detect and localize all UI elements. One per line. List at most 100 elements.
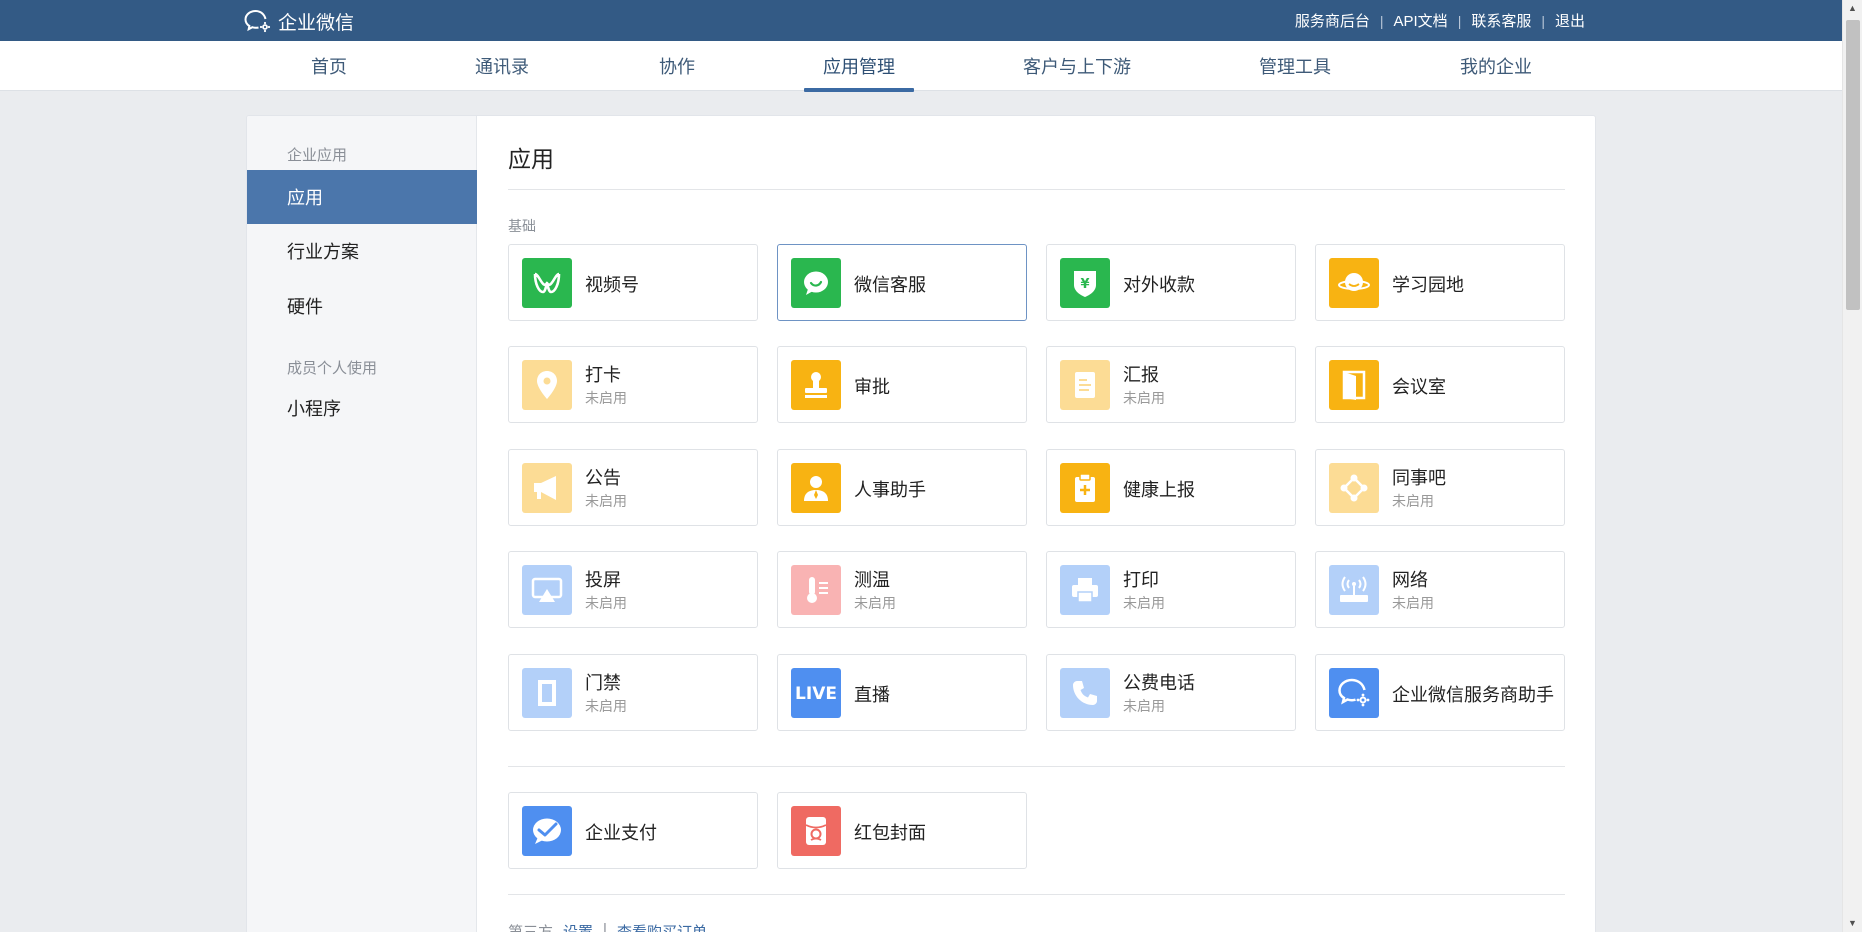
screencast-icon <box>522 565 572 615</box>
main-nav: 首页 通讯录 协作 应用管理 客户与上下游 管理工具 我的企业 <box>0 41 1842 92</box>
router-icon <box>1329 565 1379 615</box>
tab-management-tools[interactable]: 管理工具 <box>1257 41 1333 91</box>
scroll-thumb[interactable] <box>1846 20 1860 310</box>
app-name: 视频号 <box>585 275 639 295</box>
app-card-learning[interactable]: 学习园地 <box>1315 244 1565 321</box>
scroll-up-arrow-icon[interactable]: ▲ <box>1843 0 1862 17</box>
stamp-icon <box>791 360 841 410</box>
view-orders-link[interactable]: 查看购买订单 <box>617 921 707 932</box>
page-title: 应用 <box>508 146 554 172</box>
svg-text:LIVE: LIVE <box>795 684 837 703</box>
logout-link[interactable]: 退出 <box>1545 10 1595 31</box>
app-name: 直播 <box>854 685 890 705</box>
service-backend-link[interactable]: 服务商后台 <box>1285 10 1380 31</box>
third-party-label: 第三方 <box>508 921 553 932</box>
sidebar-item-miniprogram[interactable]: 小程序 <box>247 381 477 435</box>
door-icon <box>1329 360 1379 410</box>
brand-name: 企业微信 <box>278 12 355 34</box>
section-divider <box>508 894 1565 895</box>
app-card-public-phone[interactable]: 公费电话 未启用 <box>1046 654 1296 731</box>
third-party-row: 第三方 设置 | 查看购买订单 <box>508 921 707 932</box>
app-name: 同事吧 <box>1392 468 1446 488</box>
app-card-enterprise-pay[interactable]: 企业支付 <box>508 792 758 869</box>
app-status: 未启用 <box>585 595 627 611</box>
report-document-icon <box>1060 360 1110 410</box>
main-panel: 企业应用 应用 行业方案 硬件 成员个人使用 小程序 应用 基础 视频号 微信客… <box>246 115 1596 932</box>
sidebar-item-hardware[interactable]: 硬件 <box>247 279 477 333</box>
page-scrollbar[interactable]: ▲ ▼ <box>1842 0 1862 932</box>
location-pin-icon <box>522 360 572 410</box>
network-nodes-icon <box>1329 463 1379 513</box>
header-links: 服务商后台 | API文档 | 联系客服 | 退出 <box>1285 0 1595 41</box>
app-card-network[interactable]: 网络 未启用 <box>1315 551 1565 628</box>
brand-logo[interactable]: 企业微信 <box>244 8 354 34</box>
app-card-access-control[interactable]: 门禁 未启用 <box>508 654 758 731</box>
svg-text:¥: ¥ <box>1080 277 1089 292</box>
group-label-basic: 基础 <box>508 218 536 234</box>
app-card-report[interactable]: 汇报 未启用 <box>1046 346 1296 423</box>
app-card-wechat-service[interactable]: 微信客服 <box>777 244 1027 321</box>
app-card-approval[interactable]: 审批 <box>777 346 1027 423</box>
app-card-red-envelope[interactable]: 红包封面 <box>777 792 1027 869</box>
live-icon: LIVE <box>791 668 841 718</box>
thermometer-icon <box>791 565 841 615</box>
wecom-logo-icon <box>244 10 271 33</box>
sidebar-item-apps[interactable]: 应用 <box>247 170 477 224</box>
app-card-meeting-room[interactable]: 会议室 <box>1315 346 1565 423</box>
api-docs-link[interactable]: API文档 <box>1384 10 1458 31</box>
tab-app-management[interactable]: 应用管理 <box>804 41 914 92</box>
app-card-temperature[interactable]: 测温 未启用 <box>777 551 1027 628</box>
app-name: 测温 <box>854 570 890 590</box>
wechat-service-icon <box>791 258 841 308</box>
planet-icon <box>1329 258 1379 308</box>
app-name: 审批 <box>854 377 890 397</box>
app-name: 汇报 <box>1123 365 1159 385</box>
contact-support-link[interactable]: 联系客服 <box>1461 10 1541 31</box>
tab-home[interactable]: 首页 <box>304 41 354 91</box>
phone-icon <box>1060 668 1110 718</box>
wecom-assistant-icon <box>1329 668 1379 718</box>
red-envelope-icon <box>791 806 841 856</box>
sidebar-section-personal: 成员个人使用 <box>287 360 378 377</box>
tab-customers[interactable]: 客户与上下游 <box>1022 41 1132 91</box>
app-card-live[interactable]: LIVE 直播 <box>777 654 1027 731</box>
app-name: 网络 <box>1392 570 1428 590</box>
app-name: 公费电话 <box>1123 673 1195 693</box>
megaphone-icon <box>522 463 572 513</box>
app-status: 未启用 <box>1392 493 1434 509</box>
app-card-checkin[interactable]: 打卡 未启用 <box>508 346 758 423</box>
access-door-icon <box>522 668 572 718</box>
app-card-payment[interactable]: ¥ 对外收款 <box>1046 244 1296 321</box>
app-status: 未启用 <box>1123 390 1165 406</box>
app-card-wecom-assistant[interactable]: 企业微信服务商助手 <box>1315 654 1565 731</box>
app-status: 未启用 <box>1123 595 1165 611</box>
app-name: 企业支付 <box>585 823 657 843</box>
enterprise-pay-icon <box>522 806 572 856</box>
app-name: 企业微信服务商助手 <box>1392 685 1554 705</box>
tab-collaboration[interactable]: 协作 <box>652 41 702 91</box>
sidebar-item-industry[interactable]: 行业方案 <box>247 224 477 278</box>
person-icon <box>791 463 841 513</box>
settings-link[interactable]: 设置 <box>563 921 593 932</box>
app-status: 未启用 <box>585 390 627 406</box>
app-card-hr[interactable]: 人事助手 <box>777 449 1027 526</box>
app-status: 未启用 <box>1392 595 1434 611</box>
app-name: 微信客服 <box>854 275 926 295</box>
app-card-colleague-bar[interactable]: 同事吧 未启用 <box>1315 449 1565 526</box>
health-clipboard-icon <box>1060 463 1110 513</box>
app-card-print[interactable]: 打印 未启用 <box>1046 551 1296 628</box>
tab-contacts[interactable]: 通讯录 <box>470 41 534 91</box>
top-bar: 企业微信 服务商后台 | API文档 | 联系客服 | 退出 <box>0 0 1862 41</box>
app-status: 未启用 <box>1123 698 1165 714</box>
app-name: 学习园地 <box>1392 275 1464 295</box>
app-card-channels[interactable]: 视频号 <box>508 244 758 321</box>
footer-divider: | <box>603 921 607 932</box>
title-divider <box>508 189 1565 190</box>
scroll-down-arrow-icon[interactable]: ▼ <box>1843 915 1862 932</box>
app-card-announcement[interactable]: 公告 未启用 <box>508 449 758 526</box>
channels-icon <box>522 258 572 308</box>
app-card-health[interactable]: 健康上报 <box>1046 449 1296 526</box>
app-card-screencast[interactable]: 投屏 未启用 <box>508 551 758 628</box>
app-name: 打印 <box>1123 570 1159 590</box>
tab-my-enterprise[interactable]: 我的企业 <box>1458 41 1534 91</box>
